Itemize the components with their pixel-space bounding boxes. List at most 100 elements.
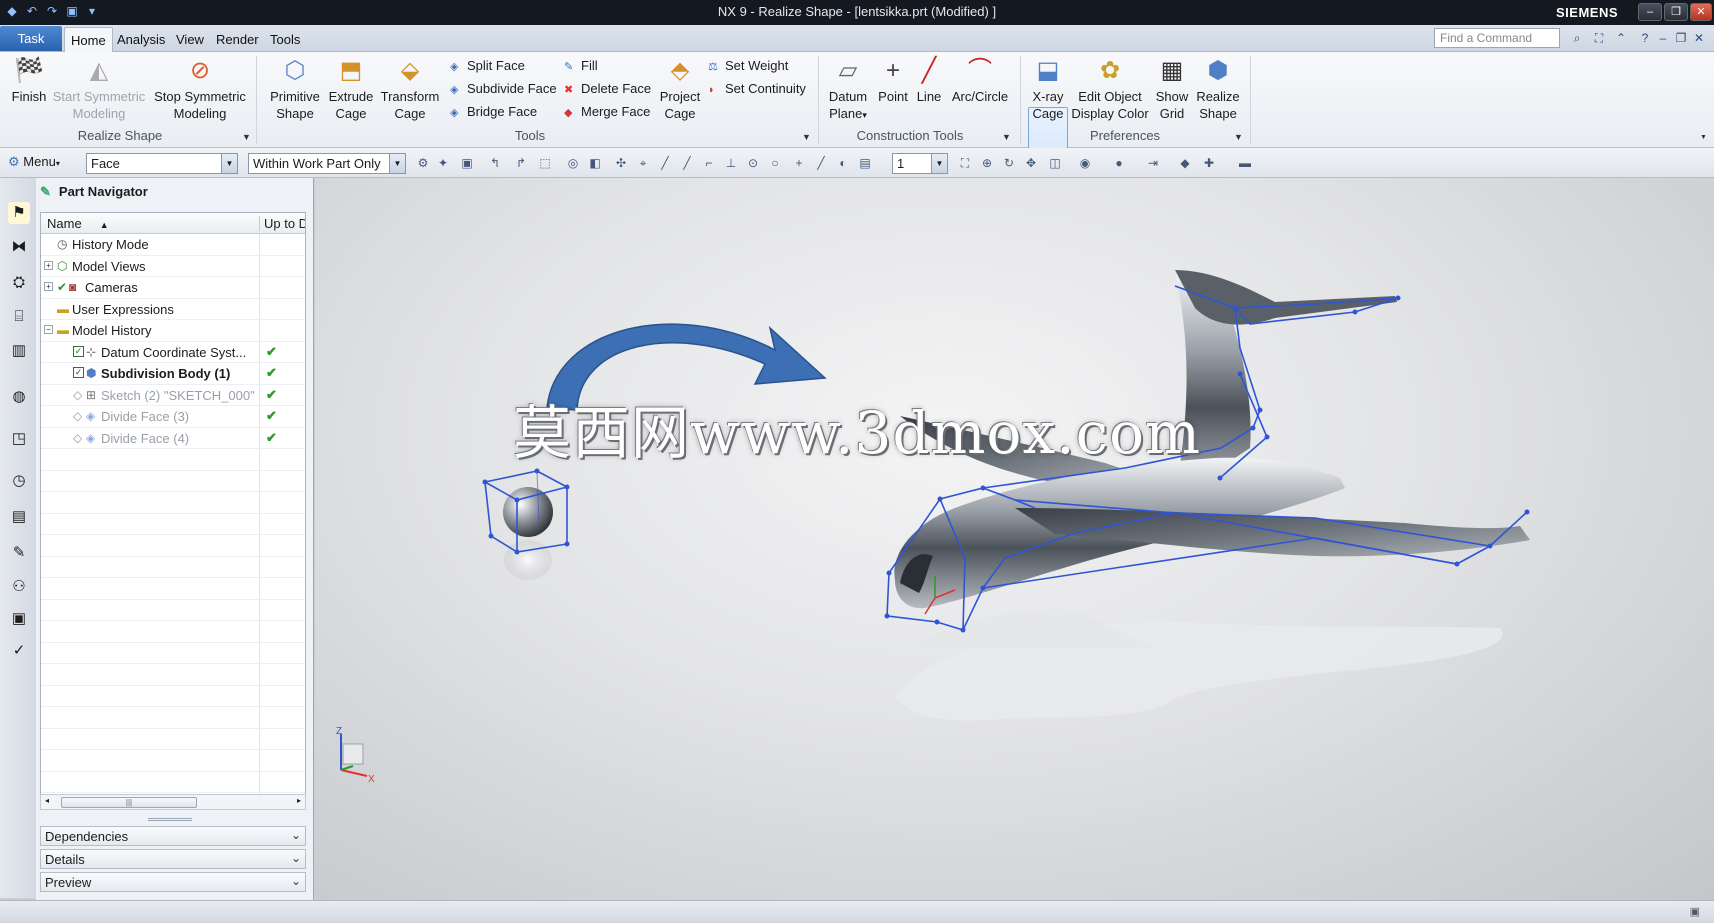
orient-view-icon[interactable]: ◫ (1048, 156, 1062, 170)
snap-grid-icon[interactable]: ✣ (614, 156, 628, 170)
merge-face-button[interactable]: ◆ Merge Face (564, 104, 650, 119)
hd3d-tools-icon[interactable]: ▥ (8, 340, 30, 362)
datum-plane-button[interactable]: ▱ Datum Plane▾ (824, 56, 872, 124)
split-face-button[interactable]: ◈ Split Face (450, 58, 525, 73)
shaded-icon[interactable]: ● (1112, 156, 1126, 170)
visibility-checkbox[interactable]: ✓ (73, 345, 84, 357)
doc-close-icon[interactable]: ✕ (1692, 31, 1706, 45)
history-palette-icon[interactable]: ◳ (8, 428, 30, 450)
graphics-viewport[interactable]: Z X 莫西网www.3dmox.com (315, 178, 1714, 900)
snap-arc-icon[interactable]: ⌐ (702, 156, 716, 170)
tree-row[interactable]: ✓ ⬢ Subdivision Body (1) ✔ (41, 363, 305, 385)
snap-point-icon[interactable]: ⌖ (636, 156, 650, 170)
primitive-shape-button[interactable]: ⬡ Primitive Shape (266, 56, 324, 122)
snap-center-icon[interactable]: ⊙ (746, 156, 760, 170)
clock-icon[interactable]: ◷ (8, 470, 30, 492)
process-studio-icon[interactable]: ▤ (8, 506, 30, 528)
set-continuity-button[interactable]: ◗ Set Continuity (708, 81, 806, 96)
fit-view-icon[interactable]: ⛶ (958, 156, 972, 170)
show-grid-button[interactable]: ▦ Show Grid (1152, 56, 1192, 122)
tab-tools[interactable]: Tools (264, 27, 306, 52)
help-icon[interactable]: ? (1638, 31, 1652, 45)
group-expand-construction[interactable]: ▼ (1002, 132, 1011, 142)
select-edge-icon[interactable]: ↰ (488, 156, 502, 170)
scroll-right-icon[interactable]: ▸ (297, 796, 301, 805)
point-button[interactable]: + Point (874, 56, 912, 105)
snap-on-face-icon[interactable]: ◐ (836, 156, 850, 170)
resize-grip-icon[interactable]: ▣ (1690, 905, 1700, 918)
xray-cage-button[interactable]: ⬓ X-ray Cage (1028, 56, 1068, 122)
stop-symmetric-modeling-button[interactable]: ⊘ Stop Symmetric Modeling (150, 56, 250, 122)
realize-shape-button[interactable]: ⬢ Realize Shape (1194, 56, 1242, 122)
pin-icon[interactable]: ✎ (40, 184, 51, 199)
web-browser-icon[interactable]: ◍ (8, 386, 30, 408)
dependencies-panel-header[interactable]: Dependencies ⌄ (40, 826, 306, 846)
tree-row[interactable]: ▬ User Expressions (41, 299, 305, 320)
extrude-cage-button[interactable]: ⬒ Extrude Cage (326, 56, 376, 122)
zoom-icon[interactable]: ⊕ (980, 156, 994, 170)
tab-render[interactable]: Render (210, 27, 265, 52)
training-icon[interactable]: ✓ (8, 640, 30, 662)
expand-icon[interactable]: + (44, 282, 53, 291)
part-navigator-icon[interactable]: ⛭ (8, 272, 30, 294)
doc-minimize-icon[interactable]: – (1656, 31, 1670, 45)
scrollbar-thumb[interactable]: ||| (61, 797, 197, 808)
pan-icon[interactable]: ✥ (1024, 156, 1038, 170)
column-header-up-to-date[interactable]: Up to Date (259, 216, 305, 231)
rotate-icon[interactable]: ↻ (1002, 156, 1016, 170)
select-body-icon[interactable]: ✦ (436, 156, 450, 170)
project-cage-button[interactable]: ⬘ Project Cage (656, 56, 704, 122)
snap-mid-icon[interactable]: ╱ (680, 156, 694, 170)
measure-icon[interactable]: ▬ (1238, 156, 1252, 170)
select-curve-icon[interactable]: ↱ (514, 156, 528, 170)
snap-end-icon[interactable]: ╱ (658, 156, 672, 170)
search-icon[interactable]: ⌕ (1570, 31, 1584, 45)
snap-quadrant-icon[interactable]: ○ (768, 156, 782, 170)
doc-restore-icon[interactable]: ❐ (1674, 31, 1688, 45)
select-face-icon[interactable]: ▣ (460, 156, 474, 170)
render-style-icon[interactable]: ◉ (1078, 156, 1092, 170)
tree-row[interactable]: + ✔ ◙ Cameras (41, 277, 305, 299)
snap-intersection-icon[interactable]: ⊥ (724, 156, 738, 170)
snap-on-curve-icon[interactable]: ╱ (814, 156, 828, 170)
layer-icon[interactable]: ◆ (1178, 156, 1192, 170)
tree-row[interactable]: − ▬ Model History (41, 320, 305, 342)
view-direction-icon[interactable]: ⇥ (1146, 156, 1160, 170)
find-command-input[interactable]: Find a Command (1434, 28, 1560, 48)
ribbon-options-icon[interactable]: ▼ (1700, 134, 1707, 141)
subdivide-face-button[interactable]: ◈ Subdivide Face (450, 81, 557, 96)
tree-row[interactable]: ◇ ◈ Divide Face (3) ✔ (41, 406, 305, 428)
restore-button[interactable]: ❐ (1664, 3, 1688, 21)
group-expand-realize-shape[interactable]: ▼ (242, 132, 251, 142)
rectangle-select-icon[interactable]: ⬚ (538, 156, 552, 170)
transform-cage-button[interactable]: ⬙ Transform Cage (378, 56, 442, 122)
group-expand-preferences[interactable]: ▼ (1234, 132, 1243, 142)
close-button[interactable]: ✕ (1690, 3, 1712, 21)
snap-bounded-icon[interactable]: ▤ (858, 156, 872, 170)
horizontal-scrollbar[interactable]: ◂ ||| ▸ (40, 794, 306, 810)
scroll-left-icon[interactable]: ◂ (45, 796, 49, 805)
roles-icon[interactable]: ⚇ (8, 576, 30, 598)
edit-object-display-color-button[interactable]: ✿ Edit Object Display Color (1068, 56, 1152, 122)
column-header-name[interactable]: Name ▲ (47, 216, 109, 231)
snap-existing-point-icon[interactable]: + (792, 156, 806, 170)
delete-face-button[interactable]: ✖ Delete Face (564, 81, 651, 96)
lasso-select-icon[interactable]: ◎ (566, 156, 580, 170)
tab-view[interactable]: View (170, 27, 210, 52)
set-weight-button[interactable]: ⚖ Set Weight (708, 58, 788, 73)
select-cage-icon[interactable]: ◧ (588, 156, 602, 170)
tree-row[interactable]: + ⬡ Model Views (41, 256, 305, 277)
details-panel-header[interactable]: Details ⌄ (40, 849, 306, 869)
reuse-library-icon[interactable]: ⌸ (8, 306, 30, 328)
type-filter-select[interactable]: Face ▼ (86, 153, 238, 174)
tree-row[interactable]: ✓ ⊹ Datum Coordinate Syst... ✔ (41, 342, 305, 363)
line-button[interactable]: ╱ Line (912, 56, 946, 105)
tab-task[interactable]: Task (0, 26, 62, 51)
visibility-checkbox[interactable]: ✓ (73, 367, 84, 378)
collapse-ribbon-icon[interactable]: ⌃ (1614, 31, 1628, 45)
tab-home[interactable]: Home (64, 27, 113, 52)
system-scenes-icon[interactable]: ▣ (8, 608, 30, 630)
start-symmetric-modeling-button[interactable]: ◭ Start Symmetric Modeling (50, 56, 148, 122)
assembly-navigator-icon[interactable]: ⚑ (8, 202, 30, 224)
constraint-navigator-icon[interactable]: ⧓ (8, 236, 30, 258)
